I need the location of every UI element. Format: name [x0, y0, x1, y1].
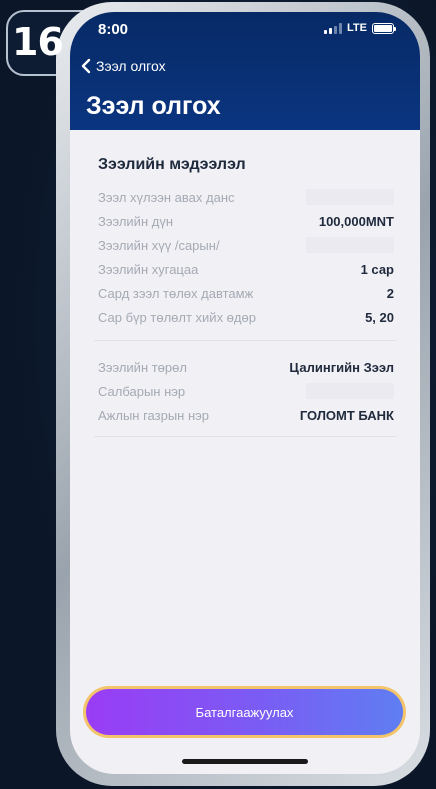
- network-label: LTE: [347, 22, 367, 34]
- row-branch-name: Салбарын нэр: [98, 382, 394, 400]
- home-indicator: [182, 759, 308, 764]
- chevron-left-icon: [81, 58, 91, 74]
- row-label: Сар бүр төлөлт хийх өдөр: [98, 309, 256, 325]
- row-loan-term: Зээлийн хугацаа 1 сар: [98, 260, 394, 278]
- row-value: [306, 237, 394, 253]
- row-label: Зээлийн хүү /сарын/: [98, 237, 220, 253]
- back-label: Зээл олгох: [96, 58, 166, 74]
- row-label: Сард зээл төлөх давтамж: [98, 285, 254, 301]
- status-indicators: LTE: [324, 22, 396, 34]
- row-label: Зээлийн төрөл: [98, 359, 187, 375]
- row-receiving-account: Зээл хүлээн авах данс: [98, 188, 394, 206]
- row-value: 5, 20: [365, 309, 394, 325]
- row-value: 1 сар: [360, 261, 394, 277]
- page-title: Зээл олгох: [86, 92, 221, 120]
- divider: [94, 340, 396, 341]
- row-value: 2: [386, 285, 394, 301]
- row-interest-rate: Зээлийн хүү /сарын/: [98, 236, 394, 254]
- row-payment-days: Сар бүр төлөлт хийх өдөр 5, 20: [98, 308, 394, 326]
- row-value: Цалингийн Зээл: [289, 359, 394, 375]
- row-value: [306, 383, 394, 399]
- row-payment-frequency: Сард зээл төлөх давтамж 2: [98, 284, 394, 302]
- row-label: Ажлын газрын нэр: [98, 407, 209, 423]
- row-value: 100,000MNT: [318, 213, 394, 229]
- row-value: [306, 189, 394, 205]
- row-loan-amount: Зээлийн дүн 100,000MNT: [98, 212, 394, 230]
- back-button[interactable]: Зээл олгох: [80, 58, 166, 74]
- confirm-button[interactable]: Баталгаажуулах: [86, 689, 403, 735]
- app-header: 8:00 LTE Зээл олгох Зээл олгох: [70, 12, 420, 130]
- confirm-button-highlight: Баталгаажуулах: [83, 686, 406, 738]
- step-number: 16: [12, 20, 64, 64]
- row-label: Зээлийн дүн: [98, 213, 173, 229]
- divider: [94, 436, 396, 437]
- section-title: Зээлийн мэдээлэл: [98, 156, 246, 173]
- loan-summary-card: Зээлийн мэдээлэл Зээл хүлээн авах данс З…: [84, 142, 406, 667]
- status-time: 8:00: [98, 21, 129, 38]
- row-label: Зээл хүлээн авах данс: [98, 189, 235, 205]
- row-value: ГОЛОМТ БАНК: [299, 407, 394, 423]
- row-label: Салбарын нэр: [98, 383, 186, 399]
- battery-icon: [372, 22, 396, 34]
- signal-icon: [324, 22, 343, 34]
- row-label: Зээлийн хугацаа: [98, 261, 199, 277]
- row-workplace-name: Ажлын газрын нэр ГОЛОМТ БАНК: [98, 406, 394, 424]
- row-loan-type: Зээлийн төрөл Цалингийн Зээл: [98, 358, 394, 376]
- phone-screen: 8:00 LTE Зээл олгох Зээл олгох Зээлийн м…: [70, 12, 420, 774]
